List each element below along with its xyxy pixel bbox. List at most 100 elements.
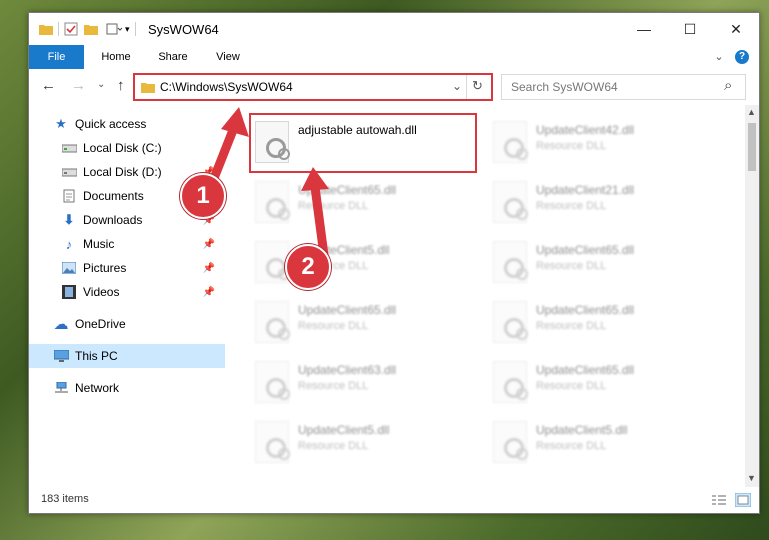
qat-dropdown-icon[interactable]: ▾ [125,24,130,35]
dll-file-icon [493,121,528,163]
minimize-button[interactable]: — [621,13,667,45]
dll-file-icon [255,361,290,403]
network-icon [53,380,69,396]
file-item[interactable]: UpdateClient5.dll Resource DLL [249,235,477,289]
pc-icon [53,348,69,364]
sidebar-item-label: Music [83,237,115,251]
ribbon-tabs: File Home Share View ⌄ ? [29,45,759,99]
window-title: SysWOW64 [148,22,219,37]
help-icon[interactable]: ? [735,50,749,64]
file-item[interactable]: UpdateClient65.dll Resource DLL [487,295,715,349]
sidebar-item-label: Local Disk (D:) [83,165,162,179]
vertical-scrollbar[interactable]: ▲ ▼ [745,105,759,487]
file-name: UpdateClient65.dll [536,303,635,317]
callout-badge-2: 2 [285,244,331,290]
sidebar-item-local-disk-c[interactable]: Local Disk (C:) [29,136,225,160]
sidebar-item-label: This PC [75,349,118,363]
sidebar-item-label: Videos [83,285,120,299]
divider [134,22,136,36]
folder-icon [39,25,53,35]
sidebar-item-network[interactable]: Network [29,376,225,400]
maximize-button[interactable]: ☐ [667,13,713,45]
tab-home[interactable]: Home [92,45,140,69]
sidebar-item-pictures[interactable]: Pictures 📌 [29,256,225,280]
file-name: UpdateClient5.dll [298,423,390,437]
file-item[interactable]: UpdateClient21.dll Resource DLL [487,175,715,229]
cloud-icon: ☁ [53,316,69,333]
sidebar-item-label: Pictures [83,261,127,275]
large-icons-view-icon[interactable] [735,493,751,507]
file-item[interactable]: UpdateClient65.dll Resource DLL [487,235,715,289]
pin-icon[interactable]: 📌 [203,263,215,274]
dll-file-icon [493,421,528,463]
new-folder-icon[interactable] [84,23,100,35]
scroll-up-icon[interactable]: ▲ [747,107,756,117]
sidebar-item-quick-access[interactable]: ★ Quick access [29,112,225,136]
item-count: 183 items [41,493,89,505]
explorer-window: ▾ SysWOW64 — ☐ ✕ File Home Share View ⌄ … [28,12,760,514]
search-icon[interactable]: ⌕ [724,77,732,94]
dll-file-icon [493,181,528,223]
dll-file-icon [493,301,528,343]
file-item[interactable]: UpdateClient5.dll Resource DLL [249,415,477,469]
file-item[interactable]: UpdateClient63.dll Resource DLL [249,355,477,409]
file-type: Resource DLL [536,320,607,332]
details-view-icon[interactable] [711,494,727,506]
sidebar-item-label: Documents [83,189,144,203]
file-name: UpdateClient5.dll [536,423,628,437]
download-icon: ⬇ [63,212,75,227]
sidebar-item-onedrive[interactable]: ☁ OneDrive [29,312,225,336]
file-list: adjustable autowah.dll UpdateClient42.dl… [200,105,745,487]
file-type: Resource DLL [536,260,607,272]
divider [58,22,59,36]
forward-button[interactable]: → [71,77,86,94]
sidebar-item-label: OneDrive [75,317,126,331]
sidebar-item-label: Network [75,381,120,395]
sidebar-item-music[interactable]: ♪ Music 📌 [29,232,225,256]
file-name: UpdateClient65.dll [298,303,397,317]
title-bar: ▾ SysWOW64 — ☐ ✕ [29,13,759,45]
file-item[interactable]: UpdateClient65.dll Resource DLL [249,175,477,229]
pictures-icon [61,260,77,276]
documents-icon [61,188,77,204]
file-name: UpdateClient65.dll [536,363,635,377]
recent-locations-button[interactable]: ⌄ [97,79,105,90]
tab-share[interactable]: Share [149,45,197,69]
sidebar-item-videos[interactable]: Videos 📌 [29,280,225,304]
tab-view[interactable]: View [205,45,251,69]
scrollbar-thumb[interactable] [748,123,756,171]
sidebar-item-label: Quick access [75,117,147,131]
customize-toolbar-icon[interactable] [106,22,122,36]
file-name: UpdateClient42.dll [536,123,635,137]
scroll-down-icon[interactable]: ▼ [747,473,756,483]
status-bar: 183 items [29,487,759,513]
search-input[interactable]: Search SysWOW64 [511,80,618,94]
file-type: Resource DLL [298,440,369,452]
drive-icon [61,164,77,180]
back-button[interactable]: ← [41,77,56,94]
file-name: UpdateClient63.dll [298,363,397,377]
music-icon: ♪ [65,236,73,252]
quick-access-toolbar: ▾ [39,21,141,37]
file-item[interactable]: UpdateClient65.dll Resource DLL [249,295,477,349]
up-button[interactable]: ↑ [117,77,125,94]
file-item[interactable]: UpdateClient5.dll Resource DLL [487,415,715,469]
search-box[interactable]: Search SysWOW64 ⌕ [501,74,746,100]
pin-icon[interactable]: 📌 [203,239,215,250]
properties-icon[interactable] [64,22,78,36]
sidebar-item-this-pc[interactable]: This PC [29,344,225,368]
file-item[interactable]: UpdateClient65.dll Resource DLL [487,355,715,409]
file-type: Resource DLL [536,140,607,152]
ribbon-expand-icon[interactable]: ⌄ [711,45,727,69]
file-item[interactable]: UpdateClient42.dll Resource DLL [487,115,715,169]
file-highlight-box [249,113,477,173]
dll-file-icon [255,421,290,463]
sidebar-item-label: Local Disk (C:) [83,141,162,155]
callout-badge-1: 1 [180,173,226,219]
sidebar-item-label: Downloads [83,213,143,227]
close-button[interactable]: ✕ [713,13,759,45]
navigation-bar: ← → ⌄ ↑ C:\Windows\SysWOW64 ⌄ ↻ Search S… [29,69,759,103]
pin-icon[interactable]: 📌 [203,287,215,298]
navigation-pane: ★ Quick access Local Disk (C:) Local Dis… [29,105,225,487]
dll-file-icon [255,301,290,343]
